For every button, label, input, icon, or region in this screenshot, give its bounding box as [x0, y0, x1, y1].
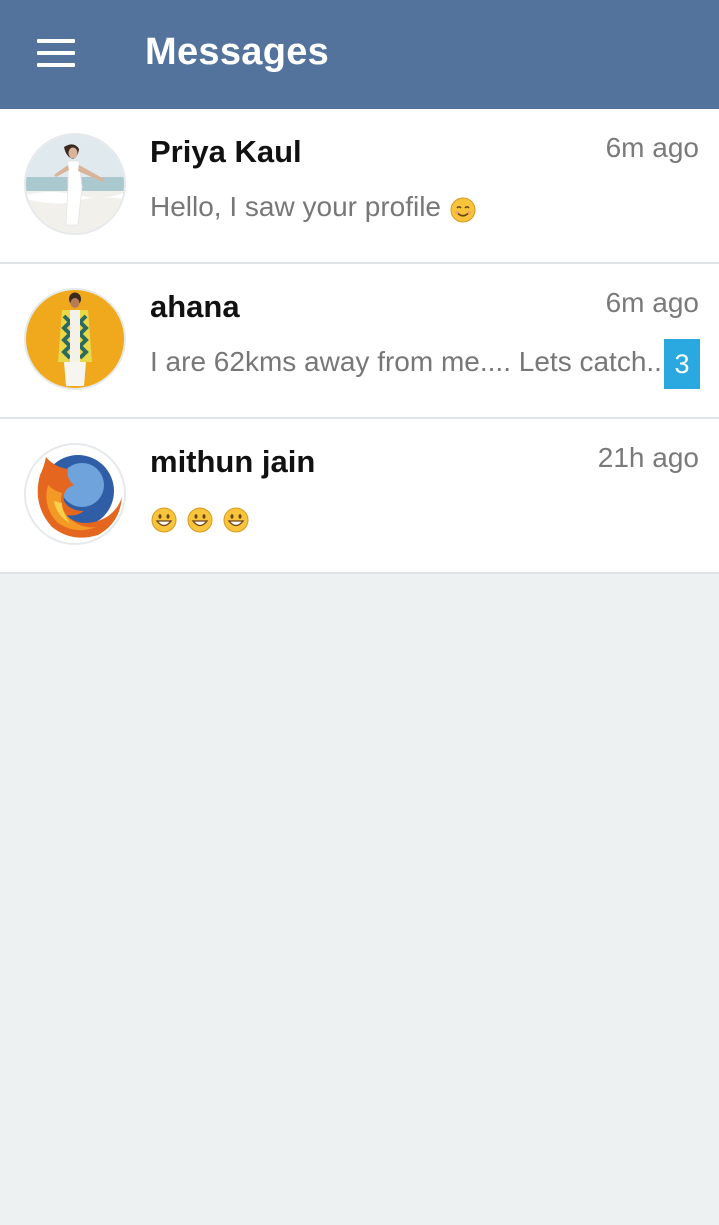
message-preview-text: I are 62kms away from me.... Lets catch.…: [150, 346, 670, 377]
grinning-face-emoji-icon: [222, 506, 250, 534]
contact-name: mithun jain: [150, 444, 316, 479]
conversation-list: Priya Kaul 6m ago Hello, I saw your prof…: [0, 109, 719, 574]
grinning-face-emoji-icon: [186, 506, 214, 534]
menu-line: [37, 63, 75, 67]
message-time: 21h ago: [597, 442, 699, 473]
menu-line: [37, 51, 75, 55]
avatar[interactable]: [26, 135, 124, 233]
menu-line: [37, 39, 75, 43]
contact-name: ahana: [150, 289, 240, 324]
conversation-item-mithun-jain[interactable]: mithun jain 21h ago: [0, 419, 719, 574]
conversation-item-ahana[interactable]: ahana 6m ago I are 62kms away from me...…: [0, 264, 719, 419]
message-preview: I are 62kms away from me.... Lets catch.…: [150, 346, 670, 378]
yellow-background-photo-icon: [26, 290, 124, 388]
message-time: 6m ago: [605, 287, 699, 318]
messages-screen: Messages Priya Kaul 6m ago Hello, I saw …: [0, 0, 719, 1225]
message-preview-text: Hello, I saw your profile: [150, 191, 442, 222]
message-time: 6m ago: [605, 132, 699, 163]
avatar[interactable]: [26, 445, 124, 543]
page-title: Messages: [145, 31, 330, 73]
app-header: Messages: [0, 0, 719, 109]
grinning-face-emoji-icon: [150, 506, 178, 534]
unread-count-badge: 3: [664, 339, 700, 389]
smiling-face-emoji-icon: [449, 196, 477, 224]
avatar[interactable]: [26, 290, 124, 388]
message-preview: Hello, I saw your profile: [150, 191, 477, 224]
firefox-logo-icon: [26, 445, 124, 543]
contact-name: Priya Kaul: [150, 134, 302, 169]
message-preview: [150, 501, 250, 534]
hamburger-menu-icon[interactable]: [26, 30, 86, 76]
beach-photo-icon: [26, 135, 124, 233]
conversation-item-priya-kaul[interactable]: Priya Kaul 6m ago Hello, I saw your prof…: [0, 109, 719, 264]
